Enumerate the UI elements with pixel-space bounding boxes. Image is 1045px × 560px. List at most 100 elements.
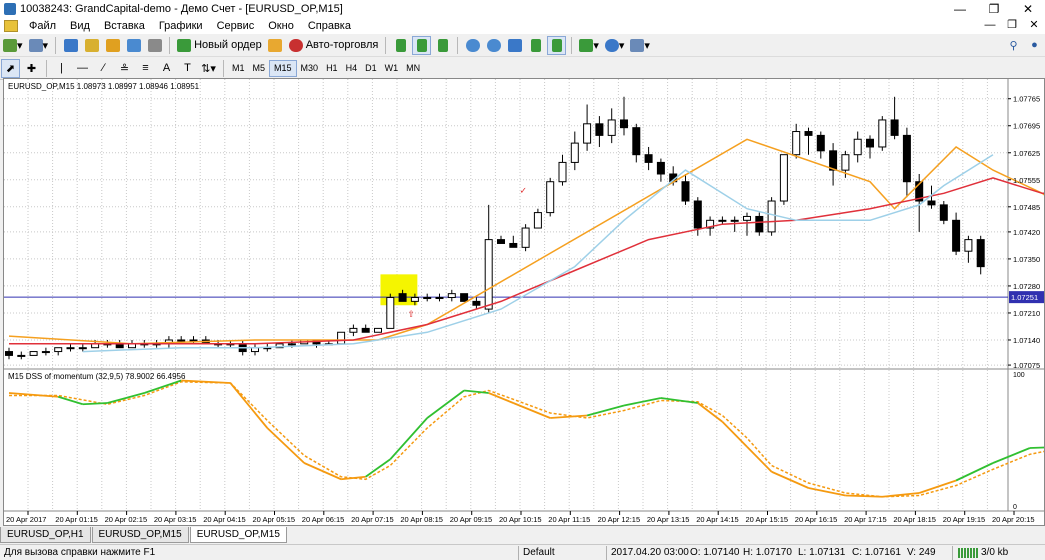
candle bbox=[533, 212, 542, 229]
time-label: 20 Apr 16:15 bbox=[795, 515, 838, 524]
auto-trading-button[interactable]: Авто-торговля bbox=[287, 36, 381, 55]
text-label-button[interactable]: T bbox=[178, 59, 197, 78]
time-label: 20 Apr 05:15 bbox=[253, 515, 296, 524]
time-label: 20 Apr 17:15 bbox=[844, 515, 887, 524]
menu-bar: Файл Вид Вставка Графики Сервис Окно Спр… bbox=[0, 17, 1045, 34]
zoom-out-button[interactable] bbox=[484, 36, 503, 55]
dss-main-segment bbox=[389, 417, 428, 460]
trend-line-button[interactable]: ∕ bbox=[94, 59, 113, 78]
profiles-button[interactable]: ▾ bbox=[27, 36, 51, 55]
indicators-button[interactable]: ▾ bbox=[577, 36, 601, 55]
tab-eurusd-m15-active[interactable]: EURUSD_OP,M15 bbox=[189, 527, 287, 543]
periods-button[interactable]: ▾ bbox=[603, 36, 627, 55]
menu-help[interactable]: Справка bbox=[301, 20, 358, 32]
cursor-button[interactable]: ⬈ bbox=[1, 58, 20, 78]
candle bbox=[792, 131, 801, 156]
candle bbox=[546, 181, 555, 214]
candle bbox=[829, 150, 838, 171]
candle bbox=[927, 200, 936, 206]
indicator-header: M15 DSS of momentum (32,9,5) 78.9002 66.… bbox=[8, 372, 186, 381]
menu-view[interactable]: Вид bbox=[63, 20, 97, 32]
tab-eurusd-h1[interactable]: EURUSD_OP,H1 bbox=[0, 527, 91, 543]
zoom-in-button[interactable] bbox=[463, 36, 482, 55]
vertical-line-button[interactable]: | bbox=[52, 59, 71, 78]
search-icon[interactable]: ⚲ bbox=[1004, 36, 1023, 55]
fibonacci-button[interactable]: ≡ bbox=[136, 59, 155, 78]
tf-h1[interactable]: H1 bbox=[322, 60, 342, 77]
candle bbox=[890, 119, 899, 136]
autoscroll-button[interactable] bbox=[526, 36, 545, 55]
chart-shift-button[interactable] bbox=[547, 35, 567, 55]
community-icon[interactable]: ● bbox=[1025, 36, 1044, 55]
candle bbox=[620, 119, 628, 129]
dss-main-segment bbox=[623, 397, 662, 407]
channel-button[interactable]: ≗ bbox=[115, 59, 134, 78]
line-chart-button[interactable] bbox=[433, 36, 452, 55]
strategy-tester-button[interactable] bbox=[145, 36, 164, 55]
tab-eurusd-m15[interactable]: EURUSD_OP,M15 bbox=[91, 527, 189, 543]
tf-d1[interactable]: D1 bbox=[361, 60, 381, 77]
candle bbox=[607, 119, 616, 136]
tf-w1[interactable]: W1 bbox=[381, 60, 403, 77]
horizontal-line-button[interactable]: — bbox=[73, 59, 92, 78]
menu-file[interactable]: Файл bbox=[22, 20, 63, 32]
price-label: 1.07765 bbox=[1013, 95, 1040, 104]
mdi-close-icon[interactable]: ✕ bbox=[1023, 17, 1045, 34]
candle bbox=[435, 297, 444, 300]
candle bbox=[767, 200, 776, 233]
data-window-button[interactable] bbox=[82, 36, 101, 55]
tf-m5[interactable]: M5 bbox=[249, 60, 270, 77]
price-label: 1.07075 bbox=[1013, 361, 1040, 370]
crosshair-button[interactable]: ✚ bbox=[22, 59, 41, 78]
mdi-minimize-icon[interactable]: — bbox=[979, 17, 1001, 34]
menu-tools[interactable]: Сервис bbox=[210, 20, 262, 32]
time-label: 20 Apr 19:15 bbox=[943, 515, 986, 524]
status-help: Для вызова справки нажмите F1 bbox=[4, 547, 156, 558]
tf-m1[interactable]: M1 bbox=[228, 60, 249, 77]
chart-window[interactable]: ✓ ⇧ 1.07765 1.07695 1.07625 1.07555 1.07485 1.… bbox=[3, 78, 1045, 526]
new-order-button[interactable]: Новый ордер bbox=[175, 36, 264, 55]
maximize-icon[interactable]: ❐ bbox=[977, 0, 1011, 17]
tf-h4[interactable]: H4 bbox=[342, 60, 362, 77]
menu-charts[interactable]: Графики bbox=[152, 20, 210, 32]
tf-m30[interactable]: M30 bbox=[297, 60, 323, 77]
title-bar: 10038243: GrandCapital-demo - Демо Счет … bbox=[0, 0, 1045, 17]
menu-insert[interactable]: Вставка bbox=[97, 20, 152, 32]
check-mark-icon: ✓ bbox=[519, 186, 527, 196]
mdi-restore-icon[interactable]: ❐ bbox=[1001, 17, 1023, 34]
tf-mn[interactable]: MN bbox=[402, 60, 424, 77]
time-label: 20 Apr 03:15 bbox=[154, 515, 197, 524]
price-label: 1.07555 bbox=[1013, 176, 1040, 185]
status-low: L: 1.07131 bbox=[798, 547, 846, 558]
text-tool-button[interactable]: A bbox=[157, 59, 176, 78]
time-label: 20 Apr 08:15 bbox=[400, 515, 443, 524]
menu-window[interactable]: Окно bbox=[261, 20, 301, 32]
chart-window-icon[interactable] bbox=[4, 19, 18, 32]
market-watch-button[interactable] bbox=[61, 36, 80, 55]
candle bbox=[902, 134, 911, 183]
candlestick-chart-button[interactable] bbox=[412, 35, 432, 55]
new-chart-button[interactable]: ▾ bbox=[1, 36, 25, 55]
navigator-button[interactable] bbox=[103, 36, 122, 55]
time-label: 20 Apr 12:15 bbox=[598, 515, 641, 524]
price-chart[interactable]: ✓⇧ 1.077651.076951.076251.075551.074851.… bbox=[4, 79, 1044, 525]
dss-main-segment bbox=[229, 382, 268, 429]
time-label: 20 Apr 10:15 bbox=[499, 515, 542, 524]
status-profile: Default bbox=[523, 547, 555, 558]
time-axis: 20 Apr 2017 20 Apr 01:15 20 Apr 02:15 20 Ap… bbox=[6, 511, 1035, 524]
bar-chart-button[interactable] bbox=[391, 36, 410, 55]
minimize-icon[interactable]: — bbox=[943, 0, 977, 17]
candle bbox=[423, 297, 432, 300]
candle bbox=[66, 347, 75, 350]
price-label: 1.07695 bbox=[1013, 122, 1040, 131]
dss-main-segment bbox=[488, 392, 514, 404]
terminal-button[interactable] bbox=[124, 36, 143, 55]
candle bbox=[472, 300, 481, 306]
arrows-button[interactable]: ⇅▾ bbox=[199, 59, 218, 78]
templates-button[interactable]: ▾ bbox=[628, 36, 652, 55]
tile-windows-button[interactable] bbox=[505, 36, 524, 55]
tf-m15[interactable]: M15 bbox=[269, 59, 297, 77]
candle bbox=[189, 339, 198, 342]
close-icon[interactable]: ✕ bbox=[1011, 0, 1045, 17]
metaeditor-button[interactable] bbox=[266, 36, 285, 55]
